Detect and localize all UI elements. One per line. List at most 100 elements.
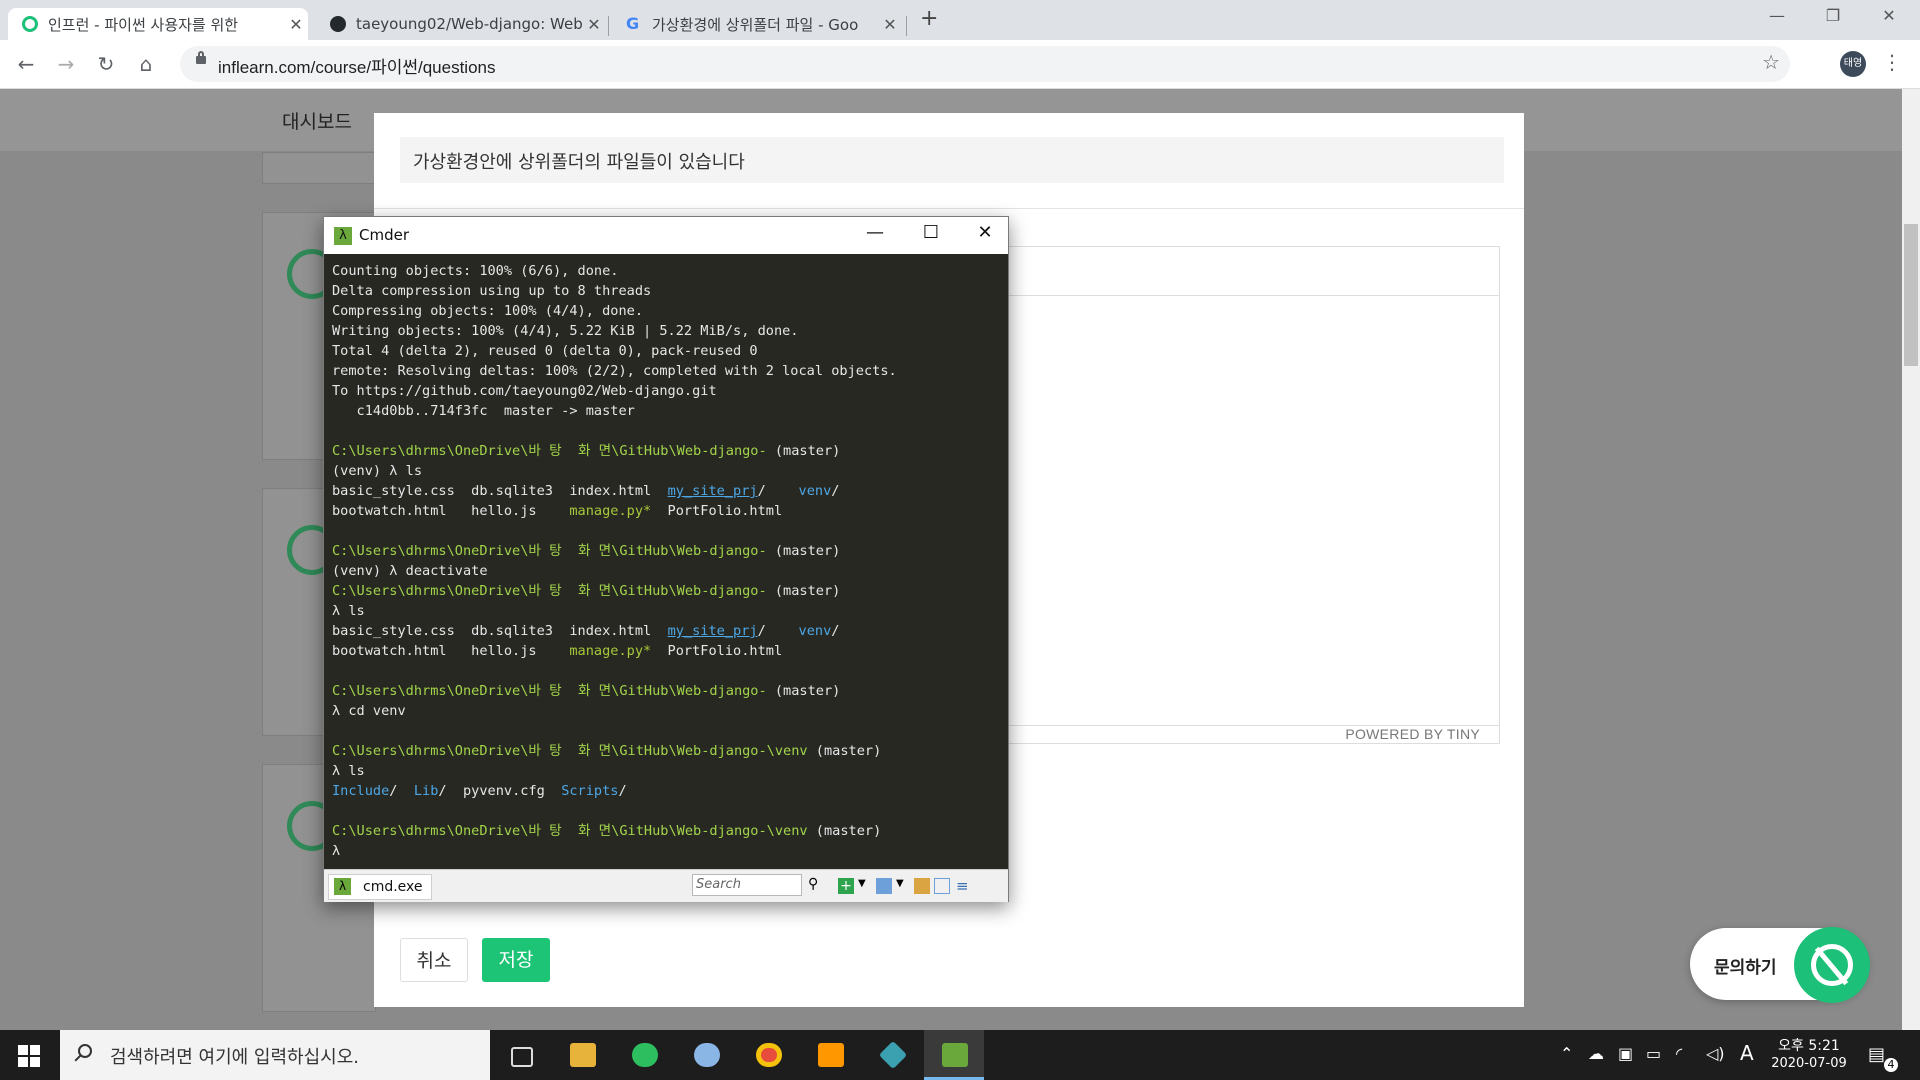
file-explorer-icon[interactable] xyxy=(552,1030,612,1080)
tab-github[interactable]: taeyoung02/Web-django: Web ✕ xyxy=(316,8,606,40)
bookmark-star-icon[interactable]: ☆ xyxy=(1762,50,1780,74)
tab-title: 가상환경에 상위폴더 파일 - Goo xyxy=(652,15,859,34)
cmder-titlebar[interactable]: λ Cmder — ☐ ✕ xyxy=(324,217,1008,254)
menu-icon[interactable]: ≡ xyxy=(956,878,972,894)
wifi-icon[interactable]: ◜ xyxy=(1676,1044,1682,1063)
close-tab-icon[interactable]: ✕ xyxy=(284,15,308,34)
terminal-line: C:\Users\dhrms\OneDrive\바 탕 화 면\GitHub\W… xyxy=(332,823,882,839)
console-tab-label: cmd.exe xyxy=(363,879,423,895)
tab-google[interactable]: G 가상환경에 상위폴더 파일 - Goo ✕ xyxy=(612,8,902,40)
nav-dashboard[interactable]: 대시보드 xyxy=(282,107,352,134)
terminal-line: C:\Users\dhrms\OneDrive\바 탕 화 면\GitHub\W… xyxy=(332,743,882,759)
terminal-line: (venv) λ ls xyxy=(332,463,423,479)
close-tab-icon[interactable]: ✕ xyxy=(582,15,606,34)
clock-date[interactable]: 2020-07-09 xyxy=(1764,1056,1854,1071)
powered-by-tiny[interactable]: POWERED BY TINY xyxy=(1345,726,1480,742)
inquiry-label: 문의하기 xyxy=(1714,958,1777,978)
notification-count-badge: 4 xyxy=(1884,1058,1898,1072)
address-bar[interactable]: inflearn.com/course/파이썬/questions ☆ xyxy=(180,46,1790,82)
restore-window-button[interactable]: ❐ xyxy=(1810,6,1856,25)
terminal-line: Counting objects: 100% (6/6), done. xyxy=(332,263,619,279)
chevron-down-icon[interactable]: ▼ xyxy=(896,878,912,894)
maximize-window-button[interactable]: ☐ xyxy=(908,222,954,243)
volume-icon[interactable]: ◁) xyxy=(1706,1044,1725,1063)
minimize-window-button[interactable]: — xyxy=(852,222,898,243)
notification-icon[interactable]: ▤ xyxy=(1868,1044,1885,1065)
windows-taskbar: 검색하려면 여기에 입력하십시오. ⌃ ☁ ▣ ▭ ◜ ◁) A 오후 5:21… xyxy=(0,1030,1920,1080)
task-view-icon[interactable] xyxy=(490,1030,550,1080)
new-console-icon[interactable]: + xyxy=(838,878,854,894)
reload-icon[interactable]: ↻ xyxy=(92,50,120,78)
console-tab[interactable]: λ cmd.exe xyxy=(328,874,432,900)
search-input[interactable]: Search xyxy=(692,874,802,896)
back-icon[interactable]: ← xyxy=(12,50,40,78)
console-list-icon[interactable] xyxy=(876,878,892,894)
terminal-output[interactable]: Counting objects: 100% (6/6), done. Delta… xyxy=(332,261,1002,859)
divider xyxy=(374,208,1524,209)
terminal-line: To https://github.com/taeyoung02/Web-dja… xyxy=(332,383,717,399)
chevron-down-icon[interactable]: ▼ xyxy=(858,878,874,894)
terminal-line: Compressing objects: 100% (4/4), done. xyxy=(332,303,643,319)
question-card xyxy=(262,152,376,184)
tab-title: 인프런 - 파이썬 사용자를 위한 xyxy=(48,15,239,34)
close-window-button[interactable]: ✕ xyxy=(962,222,1008,243)
lock-icon[interactable] xyxy=(196,51,206,64)
terminal-line: Writing objects: 100% (4/4), 5.22 KiB | … xyxy=(332,323,799,339)
terminal-line: λ xyxy=(332,843,341,859)
onedrive-icon[interactable]: ☁ xyxy=(1588,1044,1604,1063)
security-icon[interactable]: ▣ xyxy=(1618,1044,1633,1063)
windows-start-icon[interactable] xyxy=(18,1045,40,1067)
terminal-line: c14d0bb..714f3fc master -> master xyxy=(332,403,635,419)
close-window-button[interactable]: ✕ xyxy=(1866,6,1912,25)
minimize-window-button[interactable]: — xyxy=(1754,6,1800,25)
tab-inflearn[interactable]: 인프런 - 파이썬 사용자를 위한 ✕ xyxy=(8,8,308,40)
scrollbar-thumb[interactable] xyxy=(1904,224,1918,366)
sublime-text-icon[interactable] xyxy=(800,1030,860,1080)
terminal-line: C:\Users\dhrms\OneDrive\바 탕 화 면\GitHub\W… xyxy=(332,583,841,599)
clock-time[interactable]: 오후 5:21 xyxy=(1774,1035,1844,1055)
terminal-line: C:\Users\dhrms\OneDrive\바 탕 화 면\GitHub\W… xyxy=(332,683,841,699)
terminal-line: λ ls xyxy=(332,603,365,619)
save-button[interactable]: 저장 xyxy=(482,938,550,982)
terminal-line: Delta compression using up to 8 threads xyxy=(332,283,652,299)
evernote-icon[interactable] xyxy=(614,1030,674,1080)
profile-avatar[interactable]: 태영 xyxy=(1840,51,1866,77)
cmder-window[interactable]: λ Cmder — ☐ ✕ Counting objects: 100% (6/… xyxy=(323,216,1009,902)
taskbar-search-box[interactable]: 검색하려면 여기에 입력하십시오. xyxy=(60,1030,490,1080)
google-favicon-icon: G xyxy=(626,14,640,33)
chevron-up-icon[interactable]: ⌃ xyxy=(1560,1044,1573,1063)
terminal-line: C:\Users\dhrms\OneDrive\바 탕 화 면\GitHub\W… xyxy=(332,543,841,559)
search-icon xyxy=(78,1044,92,1058)
chrome-icon[interactable] xyxy=(738,1030,798,1080)
forward-icon[interactable]: → xyxy=(52,50,80,78)
inquiry-button[interactable]: 문의하기 xyxy=(1690,927,1870,1003)
new-tab-button[interactable]: + xyxy=(920,6,938,31)
cmder-statusbar: λ cmd.exe Search ⚲ + ▼ ▼ ≡ xyxy=(324,869,1008,902)
cmder-taskbar-icon[interactable] xyxy=(924,1030,984,1080)
terminal-line: basic_style.css db.sqlite3 index.html my… xyxy=(332,483,840,499)
taskbar-search-placeholder: 검색하려면 여기에 입력하십시오. xyxy=(110,1047,360,1068)
split-view-icon[interactable] xyxy=(934,878,950,894)
tab-title: taeyoung02/Web-django: Web xyxy=(356,15,582,33)
terminal-line: λ ls xyxy=(332,763,365,779)
chrome-menu-icon[interactable]: ⋮ xyxy=(1882,50,1902,74)
terminal-line: remote: Resolving deltas: 100% (2/2), co… xyxy=(332,363,897,379)
lock-icon[interactable] xyxy=(914,878,930,894)
home-icon[interactable]: ⌂ xyxy=(132,50,160,78)
question-title-input[interactable]: 가상환경안에 상위폴더의 파일들이 있습니다 xyxy=(400,137,1504,183)
cancel-button[interactable]: 취소 xyxy=(400,938,468,982)
browser-tab-strip: 인프런 - 파이썬 사용자를 위한 ✕ taeyoung02/Web-djang… xyxy=(0,0,1920,40)
terminal-line: (venv) λ deactivate xyxy=(332,563,488,579)
battery-icon[interactable]: ▭ xyxy=(1646,1044,1661,1063)
search-icon[interactable]: ⚲ xyxy=(808,876,824,892)
close-tab-icon[interactable]: ✕ xyxy=(878,15,902,34)
url-text[interactable]: inflearn.com/course/파이썬/questions xyxy=(218,53,495,78)
terminal-line: bootwatch.html hello.js manage.py* PortF… xyxy=(332,643,783,659)
paint-icon[interactable] xyxy=(676,1030,736,1080)
terminal-line: bootwatch.html hello.js manage.py* PortF… xyxy=(332,503,783,519)
ime-indicator[interactable]: A xyxy=(1740,1041,1754,1065)
git-icon[interactable] xyxy=(862,1030,922,1080)
